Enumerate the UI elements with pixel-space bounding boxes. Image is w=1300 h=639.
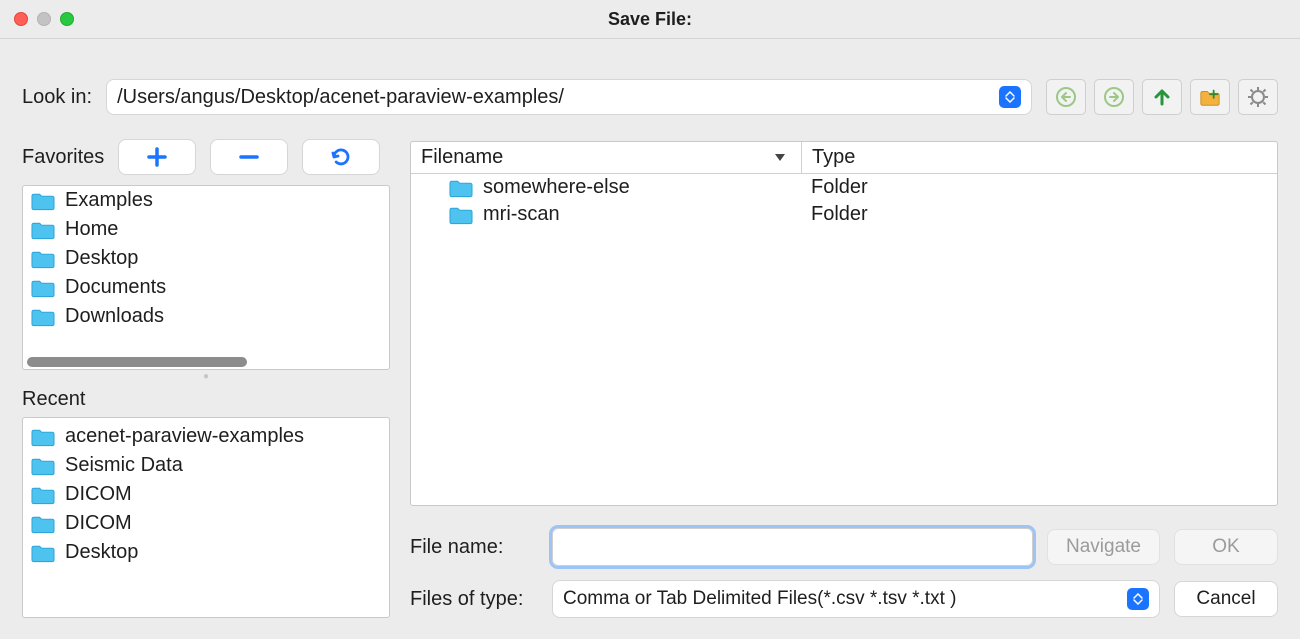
list-item-label: Examples <box>65 189 153 212</box>
favorites-remove-button[interactable] <box>210 139 288 175</box>
folder-icon <box>31 249 55 269</box>
new-folder-button[interactable] <box>1190 79 1230 115</box>
table-row[interactable]: somewhere-else Folder <box>411 174 1277 201</box>
list-item[interactable]: acenet-paraview-examples <box>23 422 389 451</box>
sort-desc-icon <box>775 154 785 161</box>
favorites-list[interactable]: Examples Home Desktop Documents Downloads <box>22 185 390 370</box>
recent-label: Recent <box>22 388 390 411</box>
column-header-filename-label: Filename <box>421 146 503 169</box>
filename-input[interactable] <box>552 528 1033 566</box>
scrollbar-horizontal[interactable] <box>27 357 247 367</box>
list-item[interactable]: Desktop <box>23 538 389 567</box>
list-item-label: acenet-paraview-examples <box>65 425 304 448</box>
recent-list[interactable]: acenet-paraview-examples Seismic Data DICO… <box>22 417 390 618</box>
folder-icon <box>31 514 55 534</box>
nav-up-button[interactable] <box>1142 79 1182 115</box>
list-item-label: Home <box>65 218 118 241</box>
filetype-label: Files of type: <box>410 588 538 611</box>
column-header-type[interactable]: Type <box>801 142 1277 173</box>
ok-button-label: OK <box>1212 536 1239 558</box>
folder-icon <box>31 485 55 505</box>
lookin-label: Look in: <box>22 86 92 109</box>
navigate-button-label: Navigate <box>1066 536 1141 558</box>
list-item[interactable]: DICOM <box>23 509 389 538</box>
file-name: mri-scan <box>483 203 560 226</box>
list-item[interactable]: Seismic Data <box>23 451 389 480</box>
titlebar: Save File: <box>0 0 1300 38</box>
filetype-value: Comma or Tab Delimited Files(*.csv *.tsv… <box>563 588 956 610</box>
zoom-window-icon[interactable] <box>60 12 74 26</box>
close-window-icon[interactable] <box>14 12 28 26</box>
folder-icon <box>31 456 55 476</box>
list-item-label: Downloads <box>65 305 164 328</box>
ok-button[interactable]: OK <box>1174 529 1278 565</box>
favorites-label: Favorites <box>22 146 104 169</box>
list-item[interactable]: Desktop <box>23 244 389 273</box>
list-item[interactable]: DICOM <box>23 480 389 509</box>
dropdown-icon[interactable] <box>1127 588 1149 610</box>
folder-icon <box>449 205 473 225</box>
column-header-filename[interactable]: Filename <box>411 142 801 173</box>
cancel-button-label: Cancel <box>1196 588 1255 610</box>
folder-icon <box>31 427 55 447</box>
dropdown-icon[interactable] <box>999 86 1021 108</box>
settings-button[interactable] <box>1238 79 1278 115</box>
folder-icon <box>31 220 55 240</box>
file-type: Folder <box>811 203 868 226</box>
list-item-label: DICOM <box>65 512 132 535</box>
splitter-handle[interactable]: ● <box>22 370 390 384</box>
list-item[interactable]: Home <box>23 215 389 244</box>
nav-forward-button[interactable] <box>1094 79 1134 115</box>
list-item[interactable]: Downloads <box>23 302 389 331</box>
filetype-combo[interactable]: Comma or Tab Delimited Files(*.csv *.tsv… <box>552 580 1160 618</box>
filename-label: File name: <box>410 536 538 559</box>
list-item-label: Desktop <box>65 541 138 564</box>
column-header-type-label: Type <box>812 146 855 169</box>
table-row[interactable]: mri-scan Folder <box>411 201 1277 228</box>
nav-back-button[interactable] <box>1046 79 1086 115</box>
window-title: Save File: <box>0 9 1300 30</box>
favorites-refresh-button[interactable] <box>302 139 380 175</box>
folder-icon <box>31 307 55 327</box>
folder-icon <box>31 191 55 211</box>
lookin-path: /Users/angus/Desktop/acenet-paraview-exa… <box>117 86 993 109</box>
favorites-add-button[interactable] <box>118 139 196 175</box>
folder-icon <box>449 178 473 198</box>
list-item-label: Seismic Data <box>65 454 183 477</box>
file-type: Folder <box>811 176 868 199</box>
list-item-label: Desktop <box>65 247 138 270</box>
navigate-button[interactable]: Navigate <box>1047 529 1160 565</box>
list-item-label: DICOM <box>65 483 132 506</box>
list-item[interactable]: Documents <box>23 273 389 302</box>
folder-icon <box>31 278 55 298</box>
file-list[interactable]: Filename Type somewhere-elseFoldermri-sc… <box>410 141 1278 506</box>
list-item-label: Documents <box>65 276 166 299</box>
minimize-window-icon <box>37 12 51 26</box>
folder-icon <box>31 543 55 563</box>
list-item[interactable]: Examples <box>23 186 389 215</box>
file-name: somewhere-else <box>483 176 630 199</box>
cancel-button[interactable]: Cancel <box>1174 581 1278 617</box>
lookin-combo[interactable]: /Users/angus/Desktop/acenet-paraview-exa… <box>106 79 1032 115</box>
